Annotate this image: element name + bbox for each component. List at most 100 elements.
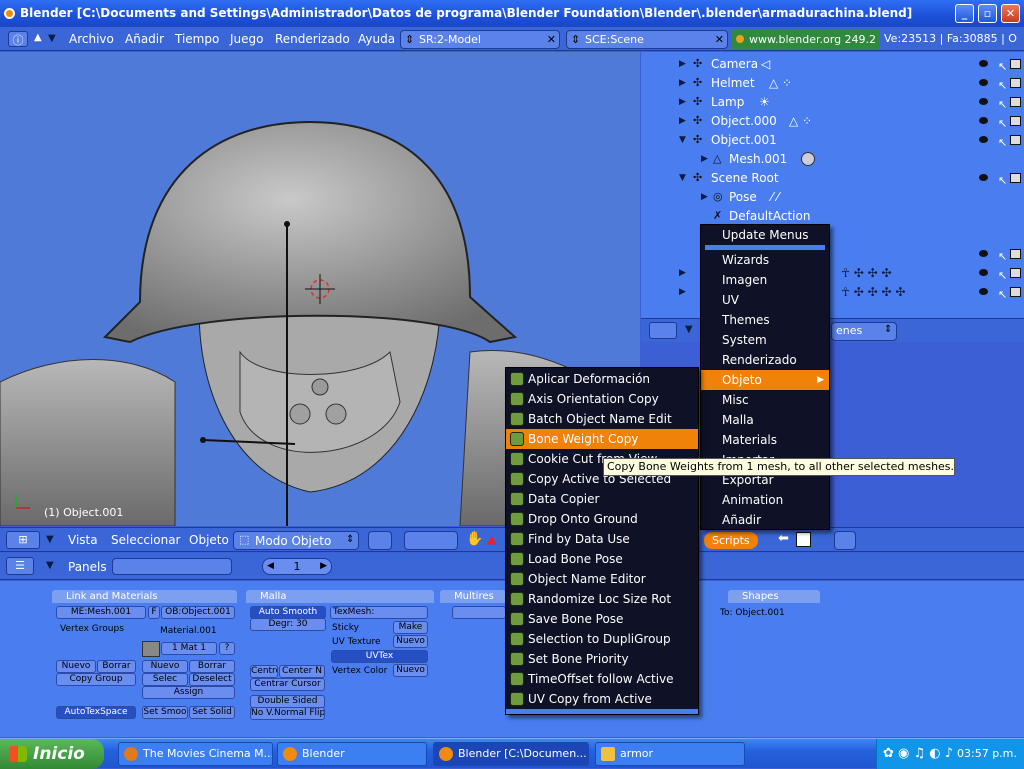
taskbar-item[interactable]: The Movies Cinema M... — [118, 742, 273, 766]
menu-item[interactable]: Data Copier — [506, 489, 698, 509]
menu-item-highlighted[interactable]: Objeto ▶ — [701, 370, 829, 390]
outliner-row[interactable]: ▶ △ Mesh.001 — [641, 150, 1024, 169]
visibility-icon[interactable] — [979, 250, 988, 257]
multires-add-button[interactable] — [452, 606, 506, 619]
outliner-row-selected[interactable]: ▼ ✣ Object.001 ↖ — [641, 131, 1024, 150]
menu-item[interactable]: Themes — [701, 310, 829, 330]
fake-user-button[interactable]: F — [148, 606, 160, 619]
outliner-row[interactable]: ▶ ☥ ✣ ✣ ✣ ↖ — [641, 264, 1024, 283]
menu-item[interactable]: Renderizado — [701, 350, 829, 370]
menu-tiempo[interactable]: Tiempo — [175, 32, 219, 46]
menu-archivo[interactable]: Archivo — [69, 32, 114, 46]
hand-icon[interactable]: ✋ — [466, 531, 483, 547]
outliner-view-selector[interactable]: enes ⇕ — [831, 322, 897, 341]
editor-type-icon[interactable] — [649, 322, 677, 339]
mode-selector[interactable]: ⬚ Modo Objeto ⇕ — [233, 531, 359, 550]
context-tabs[interactable] — [112, 558, 232, 575]
menu-juego[interactable]: Juego — [230, 32, 264, 46]
close-button[interactable]: ✕ — [1001, 4, 1020, 23]
panel-link-materials-header[interactable]: Link and Materials — [52, 590, 237, 603]
scripts-categories-menu[interactable]: Update Menus Wizards Imagen UV Themes Sy… — [700, 224, 830, 530]
menu-item[interactable]: Set Bone Priority — [506, 649, 698, 669]
visibility-icon[interactable] — [979, 117, 988, 124]
panel-multires-header[interactable]: Multires — [440, 590, 506, 603]
menu-item[interactable]: UV — [701, 290, 829, 310]
menu-toggle-icon[interactable]: ▼ — [48, 33, 56, 44]
panel-shapes-header[interactable]: Shapes — [728, 590, 820, 603]
collapse-arrow-icon[interactable]: ▲ — [34, 32, 42, 43]
set-smooth-button[interactable]: Set Smoo — [142, 706, 188, 719]
menu-anadir[interactable]: Añadir — [125, 32, 164, 46]
objeto-scripts-menu[interactable]: Aplicar Deformación Axis Orientation Cop… — [505, 367, 699, 715]
scripts-menu-button[interactable]: Scripts — [704, 532, 758, 549]
menu-vista[interactable]: Vista — [68, 533, 98, 547]
taskbar-item[interactable]: armor — [595, 742, 745, 766]
center-new-button[interactable]: Center N — [279, 665, 325, 678]
vgroup-new-button[interactable]: Nuevo — [56, 660, 96, 673]
menu-item[interactable]: Axis Orientation Copy — [506, 389, 698, 409]
menu-item[interactable]: Misc — [701, 390, 829, 410]
render-icon[interactable] — [1010, 59, 1021, 69]
no-vnormal-flip-toggle[interactable]: No V.Normal Flip — [250, 707, 325, 720]
menu-item[interactable]: Animation — [701, 490, 829, 510]
minimize-button[interactable]: _ — [955, 4, 974, 23]
menu-seleccionar[interactable]: Seleccionar — [111, 533, 180, 547]
sticky-make-button[interactable]: Make — [393, 621, 428, 634]
set-solid-button[interactable]: Set Solid — [189, 706, 235, 719]
menu-item[interactable]: Wizards — [701, 250, 829, 270]
pivot-selector[interactable] — [404, 531, 458, 550]
menu-item[interactable]: Añadir — [701, 510, 829, 530]
deselect-material-button[interactable]: Deselect — [189, 673, 235, 686]
start-button[interactable]: Inicio — [0, 739, 104, 769]
copy-group-button[interactable]: Copy Group — [56, 673, 136, 686]
degr-field[interactable]: Degr: 30 — [250, 618, 326, 631]
select-material-button[interactable]: Selec — [142, 673, 188, 686]
maximize-button[interactable]: ▫ — [978, 4, 997, 23]
render-icon[interactable] — [1010, 135, 1021, 145]
editor-type-icon[interactable]: ⓘ — [8, 31, 28, 47]
taskbar-item-active[interactable]: Blender [C:\Documen... — [433, 742, 589, 766]
frame-number-field[interactable]: ◀ 1 ▶ — [262, 558, 332, 575]
material-color-swatch[interactable] — [142, 641, 160, 657]
material-help-button[interactable]: ? — [219, 642, 235, 655]
menu-toggle-icon[interactable]: ▼ — [46, 534, 54, 545]
screen-delete-icon[interactable]: ✕ — [547, 31, 556, 48]
menu-item[interactable]: System — [701, 330, 829, 350]
centre-button[interactable]: Centre — [250, 665, 278, 678]
menu-item[interactable]: Save Bone Pose — [506, 609, 698, 629]
visibility-icon[interactable] — [979, 79, 988, 86]
outliner-row[interactable]: ▶ ✣ Helmet △ ⁘ ↖ — [641, 74, 1024, 93]
draw-type-selector[interactable] — [368, 531, 392, 550]
outliner-row[interactable]: ▶ ◎ Pose ⁄ ⁄ — [641, 188, 1024, 207]
visibility-icon[interactable] — [979, 174, 988, 181]
menu-ayuda[interactable]: Ayuda — [358, 32, 395, 46]
visibility-icon[interactable] — [979, 60, 988, 67]
menu-objeto[interactable]: Objeto — [189, 533, 229, 547]
editor-type-icon[interactable]: ⊞ — [6, 531, 40, 549]
menu-renderizado[interactable]: Renderizado — [275, 32, 350, 46]
uv-texture-new-button[interactable]: Nuevo — [393, 635, 428, 648]
render-icon[interactable] — [1010, 268, 1021, 278]
taskbar-item[interactable]: Blender — [277, 742, 427, 766]
outliner-row[interactable]: ▼ ✣ Scene Root ↖ — [641, 169, 1024, 188]
panel-malla-header[interactable]: Malla — [246, 590, 434, 603]
menu-item[interactable]: Aplicar Deformación — [506, 369, 698, 389]
menu-toggle-icon[interactable]: ▼ — [46, 560, 54, 571]
menu-item[interactable]: Drop Onto Ground — [506, 509, 698, 529]
extra-selector[interactable] — [834, 531, 856, 550]
scene-delete-icon[interactable]: ✕ — [715, 31, 724, 48]
render-icon[interactable] — [1010, 249, 1021, 259]
outliner-row[interactable]: ▶ ✣ Camera ◁ ↖ — [641, 55, 1024, 74]
outliner-row[interactable]: ↖ — [641, 245, 1024, 264]
menu-toggle-icon[interactable]: ▼ — [685, 324, 693, 335]
outliner[interactable]: ▶ ✣ Camera ◁ ↖ ▶ ✣ Helmet △ ⁘ ↖ ▶ ✣ Lamp ☀ … — [641, 52, 1024, 318]
material-index-field[interactable]: 1 Mat 1 — [161, 642, 217, 655]
texmesh-field[interactable]: TexMesh: — [330, 606, 428, 619]
visibility-icon[interactable] — [979, 288, 988, 295]
render-icon[interactable] — [1010, 173, 1021, 183]
outliner-row[interactable]: ▶ ✣ Lamp ☀ ↖ — [641, 93, 1024, 112]
menu-item[interactable]: Materials — [701, 430, 829, 450]
back-arrow-icon[interactable]: ⬅ — [778, 531, 789, 546]
object-name-field[interactable]: OB:Object.001 — [161, 606, 235, 619]
menu-item[interactable]: Load Bone Pose — [506, 549, 698, 569]
